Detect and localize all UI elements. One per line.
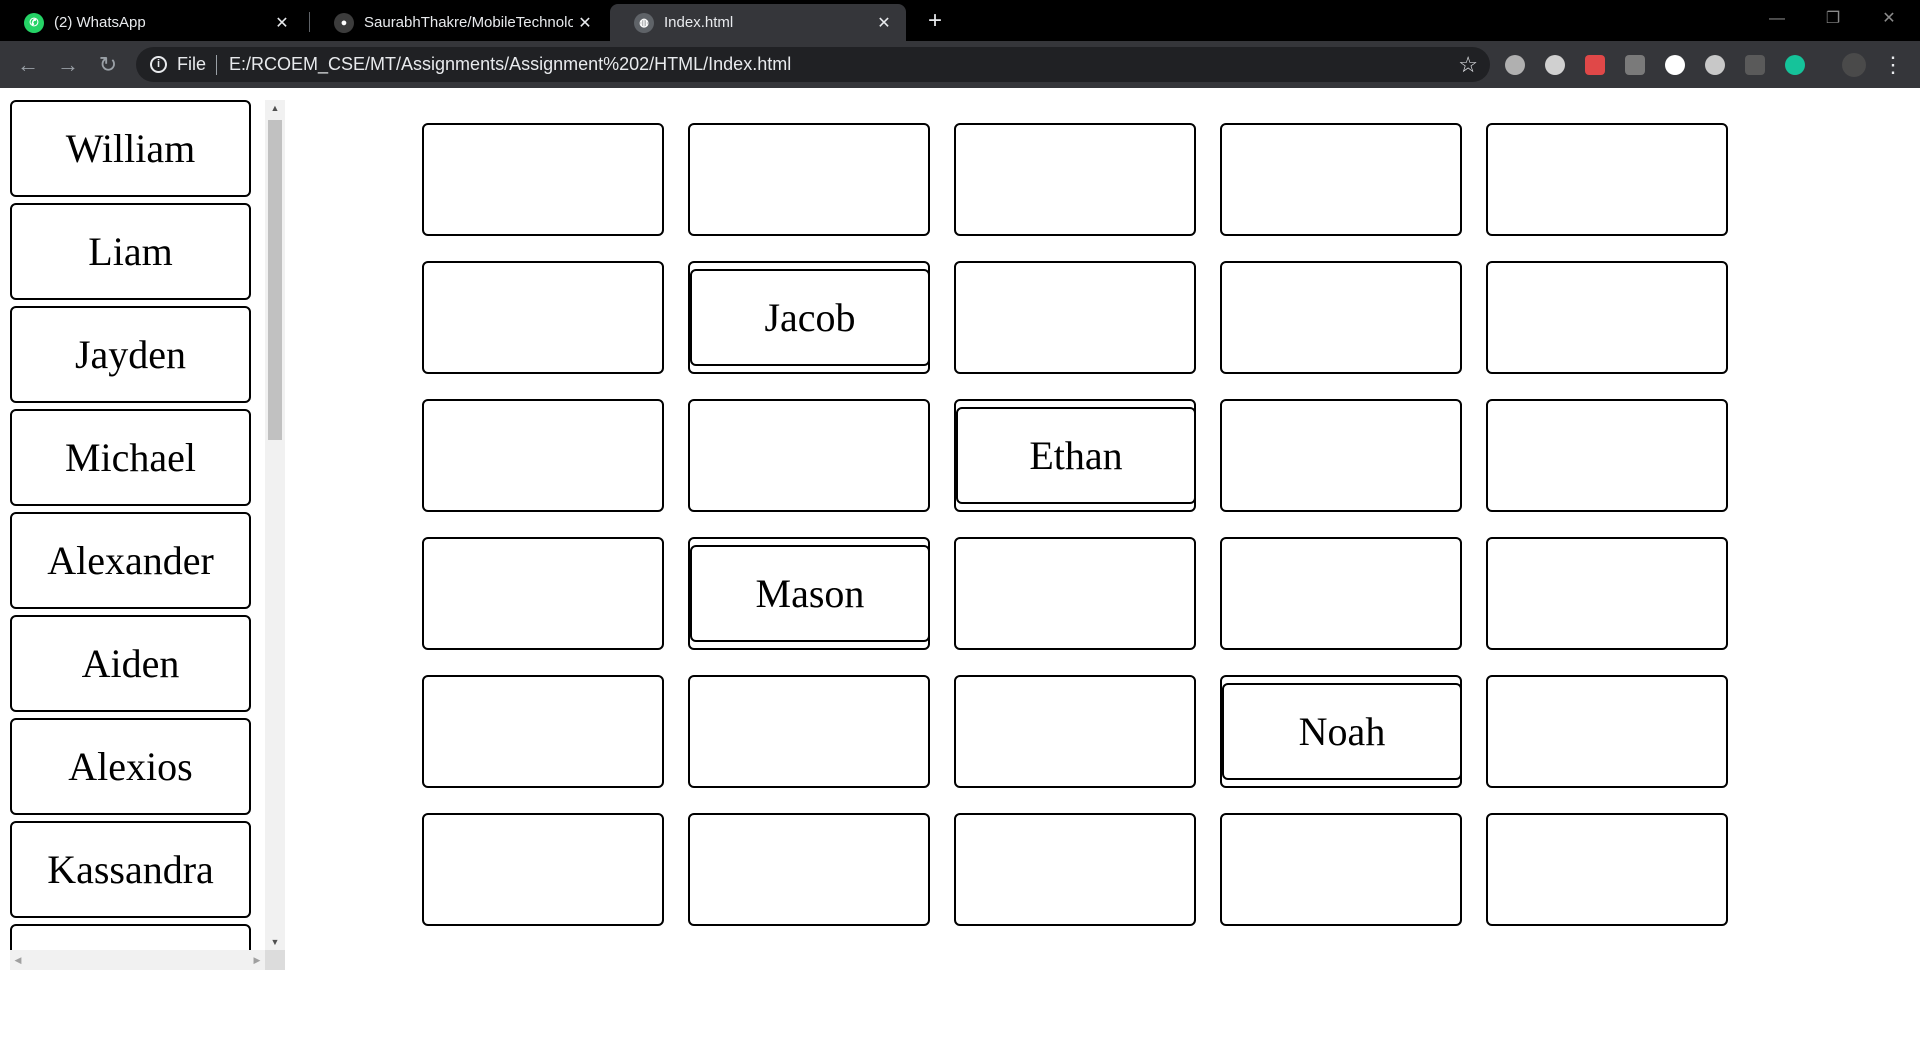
url-text[interactable]: E:/RCOEM_CSE/MT/Assignments/Assignment%2… xyxy=(229,54,791,75)
tab-title: SaurabhThakre/MobileTechnolog xyxy=(364,14,573,31)
browser-toolbar: ← → ↻ i File E:/RCOEM_CSE/MT/Assignments… xyxy=(0,41,1920,88)
back-icon[interactable]: ← xyxy=(12,49,44,81)
extension-react-icon[interactable] xyxy=(1705,55,1725,75)
extension-gear-icon[interactable] xyxy=(1545,55,1565,75)
bookmark-star-icon[interactable]: ☆ xyxy=(1458,52,1478,78)
restore-button[interactable]: ❐ xyxy=(1805,0,1861,41)
drop-slot[interactable] xyxy=(1486,813,1728,926)
name-card[interactable]: Michael xyxy=(10,409,251,506)
name-card[interactable]: Alexander xyxy=(10,512,251,609)
tab-whatsapp[interactable]: ✆ (2) WhatsApp ✕ xyxy=(0,4,304,41)
extension-pdf-icon[interactable] xyxy=(1745,55,1765,75)
name-card[interactable] xyxy=(10,924,251,950)
drop-slot[interactable] xyxy=(1220,813,1462,926)
grammarly-icon[interactable] xyxy=(1785,55,1805,75)
tab-strip: ✆ (2) WhatsApp ✕ ● SaurabhThakre/MobileT… xyxy=(0,0,1920,41)
tab-github[interactable]: ● SaurabhThakre/MobileTechnolog ✕ xyxy=(310,4,607,41)
drop-slot[interactable] xyxy=(954,261,1196,374)
drop-slot[interactable] xyxy=(422,813,664,926)
drop-slot[interactable] xyxy=(688,813,930,926)
drop-slot[interactable] xyxy=(1220,123,1462,236)
drop-slot[interactable] xyxy=(1486,261,1728,374)
drop-slot[interactable] xyxy=(954,813,1196,926)
scrollbar-corner xyxy=(265,950,285,970)
drop-slot[interactable]: Mason xyxy=(688,537,930,650)
profile-avatar[interactable] xyxy=(1842,53,1866,77)
tab-title: (2) WhatsApp xyxy=(54,14,146,31)
info-icon[interactable]: i xyxy=(150,56,167,73)
drop-slot[interactable] xyxy=(688,399,930,512)
horizontal-scrollbar[interactable]: ◀ ▶ xyxy=(10,950,265,970)
drop-slot[interactable] xyxy=(954,537,1196,650)
scrollbar-thumb[interactable] xyxy=(268,120,282,440)
reload-icon[interactable]: ↻ xyxy=(92,49,124,81)
close-tab-icon[interactable]: ✕ xyxy=(573,13,597,33)
address-bar[interactable]: i File E:/RCOEM_CSE/MT/Assignments/Assig… xyxy=(136,47,1490,82)
names-panel: William Liam Jayden Michael Alexander Aiden Al… xyxy=(10,100,285,970)
drop-slot[interactable] xyxy=(422,261,664,374)
forward-icon[interactable]: → xyxy=(52,49,84,81)
close-tab-icon[interactable]: ✕ xyxy=(270,13,294,33)
drop-slot[interactable] xyxy=(1220,261,1462,374)
tab-title: Index.html xyxy=(664,14,734,31)
new-tab-button[interactable]: + xyxy=(920,6,950,36)
drop-slot[interactable] xyxy=(422,399,664,512)
name-card[interactable]: Alexios xyxy=(10,718,251,815)
drop-slot[interactable] xyxy=(1486,537,1728,650)
address-divider xyxy=(216,54,218,75)
drop-slot[interactable] xyxy=(422,123,664,236)
drop-slot[interactable] xyxy=(422,675,664,788)
placed-name-card[interactable]: Noah xyxy=(1222,683,1462,780)
placed-name-card[interactable]: Ethan xyxy=(956,407,1196,504)
drop-slot[interactable] xyxy=(1486,675,1728,788)
name-card[interactable]: Jayden xyxy=(10,306,251,403)
close-window-button[interactable]: ✕ xyxy=(1861,0,1917,41)
github-icon: ● xyxy=(334,12,354,33)
extension-globe-icon[interactable] xyxy=(1505,55,1525,75)
minimize-button[interactable]: — xyxy=(1749,0,1805,41)
name-card[interactable]: Liam xyxy=(10,203,251,300)
name-card[interactable]: Kassandra xyxy=(10,821,251,918)
scroll-right-icon[interactable]: ▶ xyxy=(249,950,265,970)
globe-icon: ◍ xyxy=(634,12,654,33)
vertical-scrollbar[interactable]: ▲ ▼ xyxy=(265,100,285,950)
drop-slot[interactable] xyxy=(1220,537,1462,650)
tab-index-html[interactable]: ◍ Index.html ✕ xyxy=(610,4,906,41)
drop-slot[interactable]: Jacob xyxy=(688,261,930,374)
whatsapp-icon: ✆ xyxy=(24,12,44,33)
browser-menu-icon[interactable]: ⋮ xyxy=(1882,51,1904,79)
placed-name-card[interactable]: Mason xyxy=(690,545,930,642)
name-card[interactable]: William xyxy=(10,100,251,197)
page-viewport: William Liam Jayden Michael Alexander Aiden Al… xyxy=(0,88,1920,1042)
close-tab-icon[interactable]: ✕ xyxy=(872,13,896,33)
drop-slot[interactable] xyxy=(1486,399,1728,512)
drop-slot[interactable] xyxy=(1486,123,1728,236)
drop-slot[interactable] xyxy=(954,675,1196,788)
scroll-up-icon[interactable]: ▲ xyxy=(265,100,285,116)
drop-grid: Jacob Ethan Mason Noah xyxy=(422,123,1728,926)
scroll-left-icon[interactable]: ◀ xyxy=(10,950,26,970)
drop-slot[interactable]: Ethan xyxy=(954,399,1196,512)
drop-slot[interactable] xyxy=(688,675,930,788)
extension-video-icon[interactable] xyxy=(1585,55,1605,75)
names-list[interactable]: William Liam Jayden Michael Alexander Aiden Al… xyxy=(10,100,265,950)
drop-slot[interactable] xyxy=(688,123,930,236)
extension-es-icon[interactable] xyxy=(1625,55,1645,75)
name-card[interactable]: Aiden xyxy=(10,615,251,712)
drop-slot[interactable] xyxy=(954,123,1196,236)
drop-slot[interactable] xyxy=(1220,399,1462,512)
extension-circle-icon[interactable] xyxy=(1665,55,1685,75)
scheme-label: File xyxy=(177,54,207,74)
placed-name-card[interactable]: Jacob xyxy=(690,269,930,366)
drop-slot[interactable]: Noah xyxy=(1220,675,1462,788)
scroll-down-icon[interactable]: ▼ xyxy=(265,934,285,950)
drop-slot[interactable] xyxy=(422,537,664,650)
